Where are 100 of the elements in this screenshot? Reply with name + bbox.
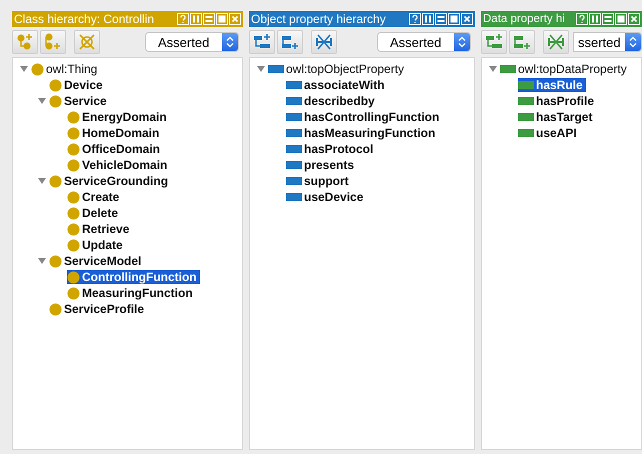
circle-icon: [67, 238, 80, 252]
circles-plus-icon: [44, 33, 62, 51]
view-dropdown[interactable]: Asserted: [145, 32, 239, 52]
add-sibling-button[interactable]: [277, 30, 303, 54]
add-subclass-button[interactable]: [249, 30, 275, 54]
bar-icon: [518, 113, 534, 121]
circles-plus-icon: [16, 33, 34, 51]
stepper-icon: [226, 36, 234, 48]
close-icon[interactable]: [628, 13, 640, 25]
minimize-icon[interactable]: [203, 13, 215, 25]
delete-button[interactable]: [543, 30, 569, 54]
class-node[interactable]: Retrieve: [67, 222, 132, 236]
help-icon[interactable]: [177, 13, 189, 25]
circle-icon: [67, 270, 80, 284]
bar-icon: [286, 145, 302, 153]
circle-icon: [49, 78, 62, 92]
stepper-icon: [458, 36, 466, 48]
add-subclass-button[interactable]: [481, 30, 507, 54]
property-node[interactable]: hasMeasuringFunction: [286, 126, 438, 140]
bar-icon: [286, 97, 302, 105]
property-node[interactable]: hasProfile: [518, 94, 598, 108]
bar-icon: [286, 81, 302, 89]
split-icon[interactable]: [422, 13, 434, 25]
add-sibling-button[interactable]: [40, 30, 66, 54]
add-subclass-button[interactable]: [12, 30, 38, 54]
class-node[interactable]: owl:Thing: [31, 62, 100, 76]
maximize-icon[interactable]: [615, 13, 627, 25]
class-node[interactable]: ServiceProfile: [49, 302, 148, 316]
class-node[interactable]: ServiceModel: [49, 254, 144, 268]
view-dropdown[interactable]: Asserted: [377, 32, 471, 52]
view-dropdown[interactable]: sserted: [573, 32, 642, 52]
property-node[interactable]: useAPI: [518, 126, 580, 140]
circle-icon: [67, 158, 80, 172]
minimize-icon[interactable]: [435, 13, 447, 25]
add-sibling-button[interactable]: [509, 30, 535, 54]
class-node[interactable]: Update: [67, 238, 126, 252]
circle-icon: [67, 110, 80, 124]
split-icon[interactable]: [190, 13, 202, 25]
property-node[interactable]: hasControllingFunction: [286, 110, 442, 124]
class-node[interactable]: VehicleDomain: [67, 158, 170, 172]
circle-icon: [67, 206, 80, 220]
bar-icon: [518, 81, 534, 89]
minimize-icon[interactable]: [602, 13, 614, 25]
class-node[interactable]: ServiceGrounding: [49, 174, 172, 188]
class-node[interactable]: Delete: [67, 206, 122, 220]
bar-icon: [286, 177, 302, 185]
class-node[interactable]: MeasuringFunction: [67, 286, 196, 300]
crossed-circle-icon: [78, 33, 96, 51]
collapse-arrow-icon[interactable]: [19, 64, 29, 74]
split-icon[interactable]: [589, 13, 601, 25]
class-node[interactable]: EnergyDomain: [67, 110, 170, 124]
bar-icon: [286, 193, 302, 201]
panel-title: Data property hi: [483, 13, 566, 25]
property-node[interactable]: hasTarget: [518, 110, 596, 124]
class-node[interactable]: OfficeDomain: [67, 142, 164, 156]
property-node[interactable]: associateWith: [286, 78, 388, 92]
collapse-arrow-icon[interactable]: [488, 64, 498, 74]
panel-title: Class hierarchy: Controllin: [14, 12, 156, 26]
circle-icon: [67, 190, 80, 204]
maximize-icon[interactable]: [448, 13, 460, 25]
bar-icon: [286, 161, 302, 169]
bars-plus-icon: [485, 33, 503, 51]
class-node[interactable]: ControllingFunction: [67, 270, 200, 284]
class-node[interactable]: Create: [67, 190, 122, 204]
circle-icon: [49, 174, 62, 188]
bars-plus-icon: [253, 33, 271, 51]
class-node[interactable]: Service: [49, 94, 110, 108]
circle-icon: [67, 126, 80, 140]
panel-title: Object property hierarchy: [251, 12, 387, 26]
collapse-arrow-icon[interactable]: [37, 176, 47, 186]
property-node[interactable]: support: [286, 174, 352, 188]
class-node[interactable]: Device: [49, 78, 106, 92]
delete-button[interactable]: [311, 30, 337, 54]
collapse-arrow-icon[interactable]: [37, 256, 47, 266]
bar-icon: [286, 129, 302, 137]
circle-icon: [67, 286, 80, 300]
circle-icon: [49, 94, 62, 108]
property-node[interactable]: owl:topDataProperty: [500, 62, 630, 76]
help-icon[interactable]: [409, 13, 421, 25]
bars-plus-icon: [281, 33, 299, 51]
crossed-bars-icon: [547, 33, 565, 51]
collapse-arrow-icon[interactable]: [37, 96, 47, 106]
stepper-icon: [629, 36, 637, 48]
bar-icon: [518, 129, 534, 137]
circle-icon: [67, 142, 80, 156]
property-node[interactable]: owl:topObjectProperty: [268, 62, 408, 76]
property-node[interactable]: describedby: [286, 94, 378, 108]
maximize-icon[interactable]: [216, 13, 228, 25]
property-node[interactable]: hasProtocol: [286, 142, 376, 156]
help-icon[interactable]: [576, 13, 588, 25]
bars-plus-icon: [513, 33, 531, 51]
property-node[interactable]: useDevice: [286, 190, 366, 204]
close-icon[interactable]: [461, 13, 473, 25]
property-node[interactable]: hasRule: [518, 78, 586, 92]
close-icon[interactable]: [229, 13, 241, 25]
class-node[interactable]: HomeDomain: [67, 126, 162, 140]
property-node[interactable]: presents: [286, 158, 358, 172]
bar-icon: [268, 65, 284, 73]
delete-button[interactable]: [74, 30, 100, 54]
collapse-arrow-icon[interactable]: [256, 64, 266, 74]
